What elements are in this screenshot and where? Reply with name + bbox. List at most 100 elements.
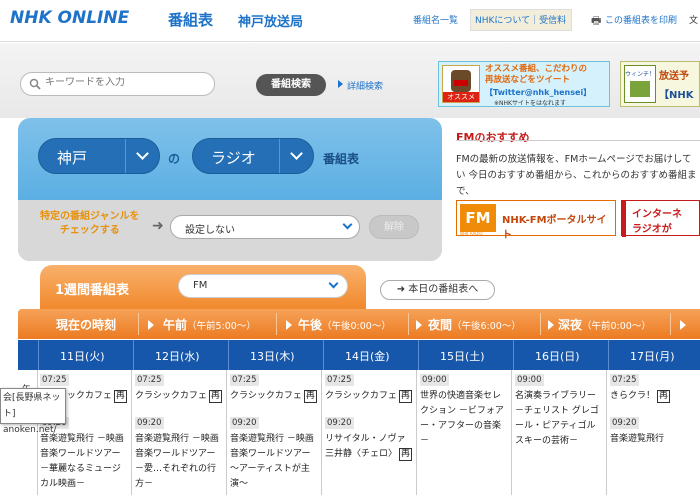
play-icon	[548, 320, 554, 330]
divider	[670, 313, 671, 335]
banner-line-4: ※NHKサイトをはなれます	[494, 100, 566, 107]
nhk-fm-portal-banner[interactable]: FM NHK RADIO NHK-FMポータルサイト	[456, 200, 616, 241]
day-header[interactable]: 17日(月)	[630, 348, 675, 364]
print-link[interactable]: この番組表を印刷	[605, 13, 677, 26]
int-line-2: ラジオが	[632, 224, 672, 235]
chevron-down-icon	[279, 139, 313, 173]
day-header[interactable]: 15日(土)	[440, 348, 485, 364]
program-title[interactable]: きらクラ！再	[610, 389, 698, 404]
text-size-link[interactable]: 文	[689, 13, 698, 26]
tooltip-line-1: 会[長野県ネット]	[3, 393, 61, 419]
timenav-afternoon-label: 午後	[298, 318, 323, 332]
program-title[interactable]: 音楽遊覧飛行 －映画音楽ワールドツアー ～アーティストが主演～	[230, 432, 318, 492]
media-select[interactable]: ラジオ	[192, 138, 314, 174]
day-header[interactable]: 12日(水)	[155, 348, 200, 364]
keyword-input[interactable]	[45, 77, 205, 88]
timenav-afternoon[interactable]: 午後（午後0:00～）	[298, 316, 391, 333]
timenav-evening[interactable]: 夜間（午後6:00～）	[428, 316, 521, 333]
genre-label: 特定の番組ジャンルを チェックする	[40, 210, 140, 238]
program-time: 09:00	[420, 374, 449, 386]
program-title[interactable]: 音楽遊覧飛行	[610, 432, 698, 447]
program-title[interactable]: クラシックカフェ再	[230, 389, 318, 404]
program-title-text: 音楽遊覧飛行 －映画音楽ワールドツアー －愛…それぞれの行方－	[135, 434, 219, 489]
program-title-text: 音楽遊覧飛行 －映画音楽ワールドツアー －華麗なるミュージカル映画－	[40, 434, 124, 489]
divider	[228, 340, 229, 370]
program-title[interactable]: 世界の快適音楽セレクション －ビフォアー・アフターの音楽－	[420, 389, 508, 449]
banner-line-1: オススメ番組、こだわりの	[485, 64, 588, 74]
timenav-afternoon-sub: （午後0:00～）	[322, 321, 391, 332]
banner-line-2: 再放送などをツイート	[485, 75, 571, 85]
nhk-online-logo[interactable]: NHK ONLINE	[10, 8, 129, 28]
program-title-text: 世界の快適音楽セレクション －ビフォアー・アフターの音楽－	[420, 391, 504, 446]
genre-value: 設定しない	[185, 225, 235, 236]
program-list-link[interactable]: 番組名一覧	[413, 13, 458, 26]
program-time: 07:25	[610, 374, 639, 386]
rerun-badge: 再	[657, 390, 671, 403]
day-header[interactable]: 11日(火)	[60, 348, 105, 364]
banner2-label: ウィンチ！	[625, 71, 656, 78]
play-icon	[286, 320, 292, 330]
day-header[interactable]: 14日(金)	[345, 348, 390, 364]
divider	[608, 340, 609, 370]
today-schedule-button[interactable]: ➜ 本日の番組表へ	[380, 280, 495, 300]
program-title-text: 名演奏ライブラリー －チェリスト グレゴール・ピアティゴルスキーの芸術－	[515, 391, 599, 446]
internet-radio-banner[interactable]: インターネ ラジオが	[621, 200, 700, 237]
program-search-button[interactable]: 番組検索	[256, 74, 326, 96]
program-title[interactable]: 音楽遊覧飛行 －映画音楽ワールドツアー －華麗なるミュージカル映画－	[40, 432, 128, 492]
day-header-row: 11日(火) 12日(水) 13日(木) 14日(金) 15日(土) 16日(日…	[18, 340, 700, 370]
chevron-down-icon	[342, 219, 353, 230]
program-table-label: 番組表	[323, 152, 360, 166]
advanced-search-link[interactable]: 詳細検索	[347, 79, 383, 92]
divider	[408, 313, 409, 335]
timenav-morning-sub: （午前5:00～）	[187, 321, 256, 332]
banner-badge: オススメ	[443, 92, 479, 102]
divider	[323, 340, 324, 370]
time-navigation: 現在の時刻 午前（午前5:00～） 午後（午後0:00～） 夜間（午後6:00～…	[18, 309, 700, 339]
day-header[interactable]: 13日(木)	[250, 348, 295, 364]
banner2-line-1: 放送予	[659, 71, 689, 82]
program-title-text: クラシックカフェ	[325, 391, 397, 401]
program-title[interactable]: 名演奏ライブラリー －チェリスト グレゴール・ピアティゴルスキーの芸術－	[515, 389, 603, 449]
broadcast-banner[interactable]: ウィンチ！ 放送予 【NHK	[620, 61, 700, 107]
timenav-now[interactable]: 現在の時刻	[56, 316, 116, 333]
timenav-morning[interactable]: 午前（午前5:00～）	[163, 316, 256, 333]
fm-logo-small: NHK RADIO	[460, 231, 483, 236]
region-value: 神戸	[57, 149, 88, 167]
program-time: 09:20	[230, 417, 259, 429]
weekly-tab-label[interactable]: 1週間番組表	[55, 279, 129, 298]
clear-button[interactable]: 解除	[369, 215, 419, 239]
program-column: 09:00 名演奏ライブラリー －チェリスト グレゴール・ピアティゴルスキーの芸術…	[513, 370, 607, 495]
timenav-latenight[interactable]: 深夜（午前0:00～）	[558, 316, 651, 333]
program-title-text: 音楽遊覧飛行 －映画音楽ワールドツアー ～アーティストが主演～	[230, 434, 314, 489]
timenav-morning-label: 午前	[163, 318, 188, 332]
band-select[interactable]: FM	[178, 274, 348, 298]
about-nhk-link[interactable]: NHKについて｜受信料	[475, 13, 566, 26]
station-name: 神戸放送局	[238, 15, 304, 30]
timenav-latenight-sub: （午前0:00～）	[582, 321, 651, 332]
genre-select[interactable]: 設定しない	[170, 215, 360, 239]
divider	[540, 313, 541, 335]
program-title-text: 音楽遊覧飛行	[610, 434, 665, 444]
logo-subtitle: 番組表	[168, 11, 214, 29]
program-time: 09:20	[325, 417, 354, 429]
banner2-line-2: 【NHK	[659, 90, 694, 101]
twitter-banner[interactable]: オススメ オススメ番組、こだわりの 再放送などをツイート 【Twitter@nh…	[438, 61, 610, 107]
program-title[interactable]: 音楽遊覧飛行 －映画音楽ワールドツアー －愛…それぞれの行方－	[135, 432, 223, 492]
program-title-text: クラシックカフェ	[135, 391, 207, 401]
domo-mascot-icon: オススメ	[442, 65, 480, 103]
program-title[interactable]: クラシックカフェ再	[135, 389, 223, 404]
program-title[interactable]: クラシックカフェ再	[325, 389, 413, 404]
divider	[138, 313, 139, 335]
genre-label-line-2: チェックする	[59, 225, 120, 236]
divider	[38, 340, 39, 370]
program-title[interactable]: リサイタル・ノヴァ 三井静〈チェロ〉再	[325, 432, 413, 462]
connector-text: の	[168, 152, 181, 166]
search-box[interactable]	[20, 72, 215, 96]
region-select[interactable]: 神戸	[38, 138, 160, 174]
day-header[interactable]: 16日(日)	[535, 348, 580, 364]
arrow-right-icon: ➜	[396, 284, 409, 295]
rerun-badge: 再	[208, 390, 222, 403]
link-tooltip: 会[長野県ネット] anoken.net/	[0, 388, 66, 435]
program-column: 07:25 クラシックカフェ再 09:20 音楽遊覧飛行 －映画音楽ワールドツアー －…	[133, 370, 227, 495]
media-value: ラジオ	[211, 149, 256, 167]
